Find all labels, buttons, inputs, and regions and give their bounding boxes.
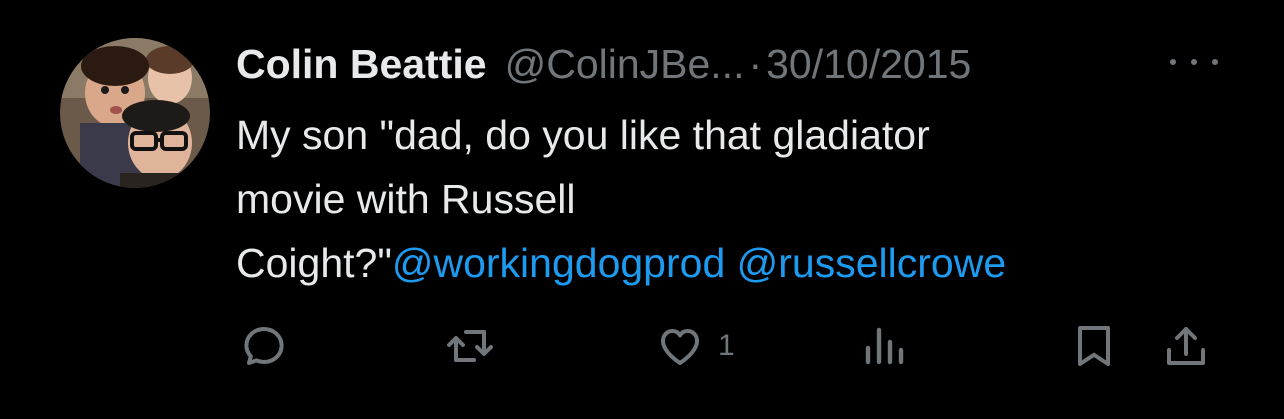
retweet-icon [447,330,493,362]
avatar[interactable] [60,38,210,188]
share-icon [1167,327,1205,365]
bookmark-icon [1078,326,1110,366]
retweet-button[interactable] [444,318,496,374]
views-button[interactable] [862,318,906,374]
tweet-text-line: movie with Russell [236,176,576,222]
avatar-image [60,38,210,188]
separator-dot: · [748,40,763,87]
tweet-header: Colin Beattie @ColinJBe... · 30/10/2015 [236,36,971,92]
bar-chart-icon [865,327,904,365]
more-dot [1191,59,1197,65]
heart-icon [661,329,699,365]
more-dot [1212,59,1218,65]
mention-link[interactable]: @russellcrowe [737,240,1006,286]
tweet-text-line: My son "dad, do you like that gladiator [236,112,930,158]
more-dot [1170,59,1176,65]
tweet-text-fragment: Coight?" [236,240,392,286]
reply-button[interactable] [240,318,288,374]
share-button[interactable] [1162,318,1210,374]
like-button[interactable]: 1 [654,318,735,374]
tweet-text-line: Coight?"@workingdogprod @russellcrowe [236,231,1226,295]
like-count: 1 [718,329,735,362]
tweet-text: My son "dad, do you like that gladiator … [236,103,1226,295]
tweet: Colin Beattie @ColinJBe... · 30/10/2015 … [0,0,1284,419]
mention-link[interactable]: @workingdogprod [392,240,725,286]
tweet-date[interactable]: 30/10/2015 [766,41,971,88]
action-bar: 1 [0,318,1284,374]
author-handle[interactable]: @ColinJBe... [505,41,745,88]
reply-icon [244,327,284,365]
bookmark-button[interactable] [1072,318,1116,374]
author-name[interactable]: Colin Beattie [236,41,487,88]
more-options-icon[interactable] [1166,50,1222,74]
